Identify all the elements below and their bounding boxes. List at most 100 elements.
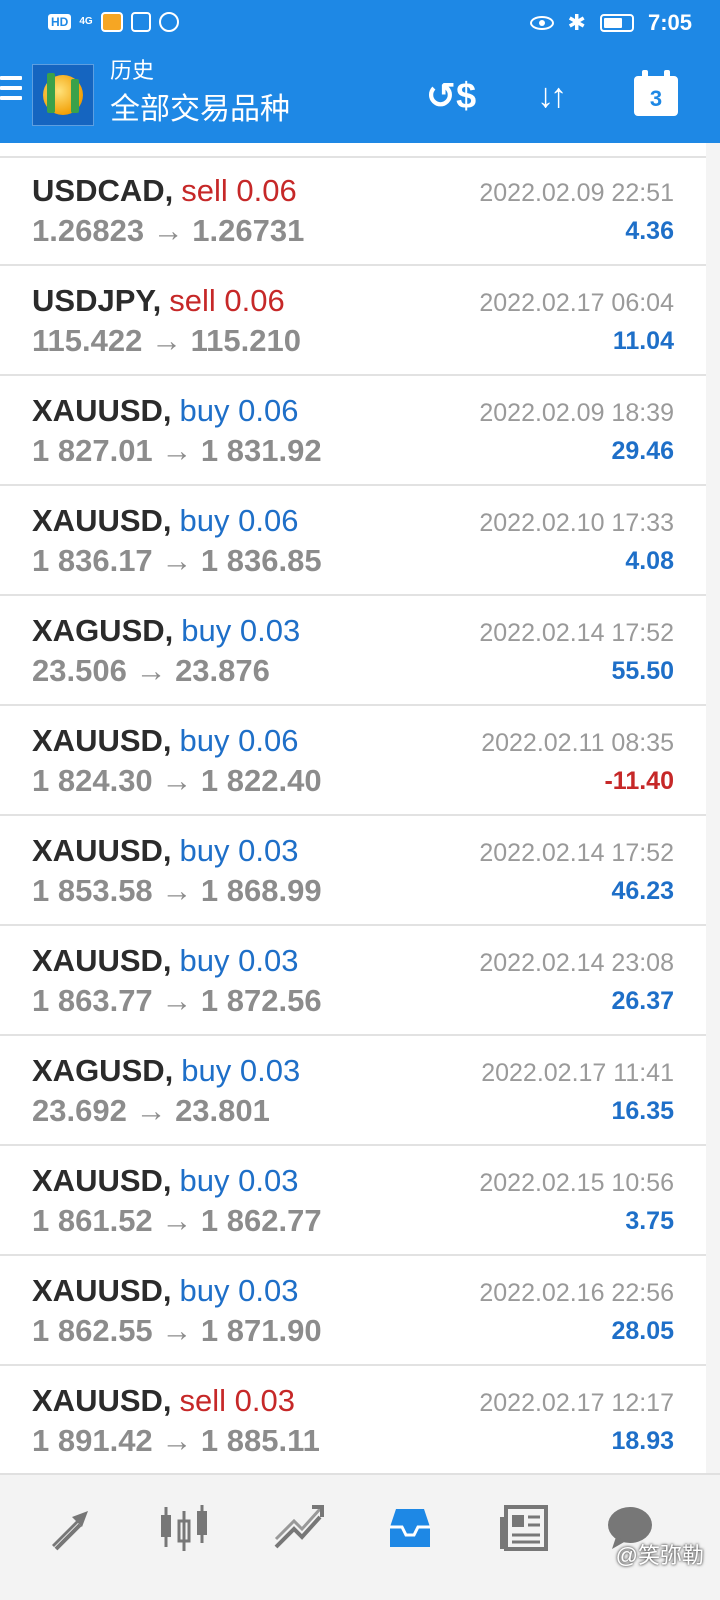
lot-size: 0.03: [238, 1273, 299, 1308]
direction-lot: buy 0.03: [180, 1273, 299, 1308]
price-line: 115.422 → 115.210: [32, 322, 301, 360]
symbol: USDCAD: [32, 173, 165, 208]
trade-profit: 29.46: [611, 437, 674, 465]
lot-size: 0.06: [238, 503, 299, 538]
direction-lot: buy 0.06: [180, 503, 299, 538]
history-icon[interactable]: [380, 1497, 440, 1557]
symbol: XAUUSD: [32, 943, 163, 978]
trade-row[interactable]: XAUUSD, buy 0.03 1 853.58 → 1 868.99 2022.0…: [0, 816, 706, 926]
sort-icon[interactable]: ↓↑: [522, 70, 578, 122]
trade-profit: 46.23: [611, 877, 674, 905]
direction-lot: buy 0.03: [180, 943, 299, 978]
arrow-right-icon: →: [126, 1093, 176, 1128]
mail-icon: [130, 12, 151, 32]
separator: ,: [162, 1163, 172, 1198]
trade-datetime: 2022.02.14 17:52: [479, 619, 674, 647]
trade-datetime: 2022.02.16 22:56: [479, 1279, 674, 1307]
trade-row[interactable]: XAUUSD, buy 0.03 1 862.55 → 1 871.90 2022.0…: [0, 1256, 706, 1366]
direction: sell: [179, 1383, 227, 1418]
watermark: @笑弥勒: [615, 1543, 704, 1568]
trade-symbol-line: USDCAD, sell 0.06: [32, 172, 297, 210]
trade-symbol-line: XAUUSD, sell 0.03: [32, 1382, 295, 1420]
dollar-exchange-icon[interactable]: ↺$: [423, 70, 479, 122]
trade-row[interactable]: XAUUSD, buy 0.06 1 836.17 → 1 836.85 2022.0…: [0, 486, 706, 596]
quotes-icon[interactable]: [42, 1497, 102, 1557]
separator: ,: [162, 1273, 172, 1308]
arrow-right-icon: →: [152, 1423, 201, 1458]
trade-row[interactable]: XAUUSD, buy 0.06 1 827.01 → 1 831.92 2022.0…: [0, 376, 706, 486]
open-price: 115.422: [32, 323, 143, 358]
trade-symbol-line: XAGUSD, buy 0.03: [32, 612, 300, 650]
direction-lot: buy 0.06: [180, 723, 299, 758]
open-price: 1 861.52: [32, 1203, 153, 1238]
trade-row[interactable]: USDJPY, sell 0.06 115.422 → 115.210 2022.02…: [0, 266, 706, 376]
direction-lot: buy 0.06: [180, 393, 299, 428]
trade-datetime: 2022.02.10 17:33: [479, 509, 674, 537]
lot-size: 0.06: [236, 173, 297, 208]
close-price: 1 872.56: [200, 983, 322, 1018]
trade-profit: 3.75: [625, 1207, 674, 1235]
close-price: 1.26731: [192, 213, 305, 248]
symbol: XAUUSD: [32, 1163, 163, 1198]
trade-history-list: USDCAD, sell 0.06 1.26823 → 1.26731 2022.02…: [0, 156, 706, 1476]
lot-size: 0.06: [238, 393, 299, 428]
symbol: XAUUSD: [32, 723, 163, 758]
top-app-bar: HD 4G ✱ 7:05 历史 全部交易品种 ↺$ ↓↑ 3: [0, 0, 720, 143]
arrow-right-icon: →: [152, 983, 201, 1018]
trade-row[interactable]: XAUUSD, buy 0.03 1 863.77 → 1 872.56 2022.0…: [0, 926, 706, 1036]
trade-row[interactable]: XAUUSD, buy 0.03 1 861.52 → 1 862.77 2022.0…: [0, 1146, 706, 1256]
trade-row[interactable]: USDCAD, sell 0.06 1.26823 → 1.26731 2022.02…: [0, 156, 706, 266]
close-price: 1 831.92: [200, 433, 322, 468]
open-price: 1 824.30: [32, 763, 153, 798]
trade-symbol-line: XAUUSD, buy 0.03: [32, 1272, 298, 1310]
close-price: 23.876: [175, 653, 270, 688]
symbol: XAUUSD: [32, 1273, 163, 1308]
calendar-icon[interactable]: 3: [628, 70, 684, 122]
price-line: 23.692 → 23.801: [32, 1092, 270, 1130]
vpn-icon: [158, 12, 179, 32]
open-price: 1 853.58: [32, 873, 153, 908]
eye-icon: [529, 16, 554, 30]
arrow-right-icon: →: [152, 433, 201, 468]
trade-datetime: 2022.02.17 06:04: [479, 289, 674, 317]
news-icon[interactable]: [494, 1497, 554, 1557]
trade-row[interactable]: XAGUSD, buy 0.03 23.506 → 23.876 2022.02.14…: [0, 596, 706, 706]
trade-datetime: 2022.02.17 12:17: [479, 1389, 674, 1417]
trade-datetime: 2022.02.17 11:41: [481, 1059, 674, 1087]
app-bar: 历史 全部交易品种 ↺$ ↓↑ 3: [0, 52, 720, 142]
trade-symbol-line: XAUUSD, buy 0.03: [32, 942, 298, 980]
menu-icon[interactable]: [0, 76, 22, 106]
hd-badge: HD: [48, 14, 72, 30]
open-price: 23.692: [32, 1093, 127, 1128]
direction-lot: sell 0.03: [180, 1383, 295, 1418]
trade-icon[interactable]: [268, 1497, 328, 1557]
trade-datetime: 2022.02.14 23:08: [479, 949, 674, 977]
trade-row[interactable]: XAUUSD, buy 0.06 1 824.30 → 1 822.40 2022.0…: [0, 706, 706, 816]
page-title: 历史: [110, 58, 155, 83]
arrow-right-icon: →: [152, 1203, 201, 1238]
arrow-right-icon: →: [152, 763, 201, 798]
symbol-filter-title[interactable]: 全部交易品种: [110, 92, 290, 128]
battery-icon: [599, 14, 634, 32]
trade-datetime: 2022.02.15 10:56: [479, 1169, 674, 1197]
separator: ,: [164, 173, 174, 208]
bluetooth-icon: ✱: [567, 10, 586, 35]
close-price: 1 871.90: [200, 1313, 322, 1348]
lot-size: 0.03: [238, 833, 299, 868]
direction: buy: [181, 613, 232, 648]
trade-row[interactable]: XAUUSD, sell 0.03 1 891.42 → 1 885.11 2022.…: [0, 1366, 706, 1476]
direction: buy: [179, 943, 230, 978]
separator: ,: [164, 613, 174, 648]
trade-profit: 26.37: [611, 987, 674, 1015]
scrollbar[interactable]: [706, 143, 720, 1473]
close-price: 23.801: [175, 1093, 270, 1128]
direction: buy: [179, 1273, 230, 1308]
lot-size: 0.03: [234, 1383, 296, 1418]
close-price: 1 868.99: [200, 873, 322, 908]
trade-profit: -11.40: [604, 767, 674, 795]
open-price: 1.26823: [32, 213, 145, 248]
trade-row[interactable]: XAGUSD, buy 0.03 23.692 → 23.801 2022.02.17…: [0, 1036, 706, 1146]
separator: ,: [162, 943, 172, 978]
chart-icon[interactable]: [154, 1497, 214, 1557]
direction-lot: sell 0.06: [181, 173, 296, 208]
